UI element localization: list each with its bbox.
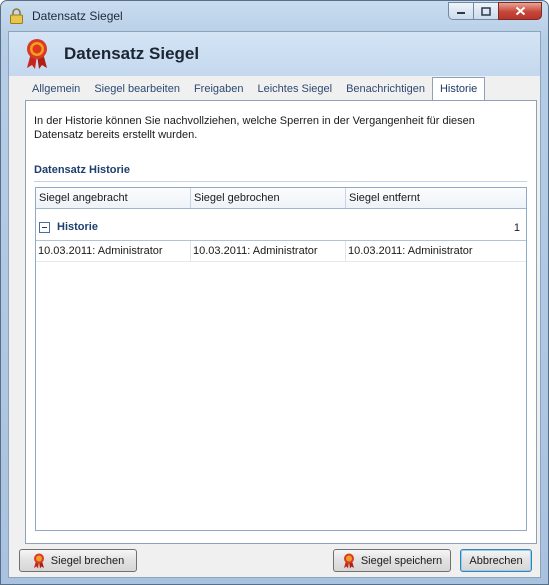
dialog-client-area: Datensatz Siegel Allgemein Siegel bearbe… [8,31,541,578]
minimize-button[interactable] [448,2,474,20]
tab-freigaben[interactable]: Freigaben [187,78,251,100]
group-label: Historie [57,221,98,233]
tab-benachrichtigen[interactable]: Benachrichtigen [339,78,432,100]
minimize-icon [457,12,465,14]
dialog-window: Datensatz Siegel Datensatz Siegel Allgem… [0,0,549,585]
intro-text: In der Historie können Sie nachvollziehe… [34,115,475,141]
tab-strip: Allgemein Siegel bearbeiten Freigaben Le… [25,77,486,101]
grid-header: Siegel angebracht Siegel gebrochen Siege… [36,188,526,209]
cell-siegel-entfernt: 10.03.2011: Administrator [348,245,473,257]
break-seal-button[interactable]: Siegel brechen [19,549,137,572]
group-count: 1 [513,222,520,234]
maximize-button[interactable] [473,2,499,20]
break-seal-label: Siegel brechen [50,554,125,567]
dialog-header: Datensatz Siegel [9,32,540,76]
column-header-siegel-gebrochen[interactable]: Siegel gebrochen [191,188,346,208]
history-grid: Siegel angebracht Siegel gebrochen Siege… [35,187,527,531]
table-row[interactable]: 10.03.2011: Administrator 10.03.2011: Ad… [36,241,526,262]
cancel-label: Abbrechen [469,554,523,567]
maximize-icon [481,6,491,16]
tab-historie[interactable]: Historie [431,77,486,101]
section-divider [34,181,527,182]
padlock-icon [10,8,23,24]
cancel-button[interactable]: Abbrechen [460,549,532,572]
column-header-siegel-angebracht[interactable]: Siegel angebracht [36,188,191,208]
cell-siegel-gebrochen: 10.03.2011: Administrator [191,241,346,261]
save-seal-label: Siegel speichern [360,554,443,567]
section-title: Datensatz Historie [34,164,130,176]
rosette-seal-icon [27,39,47,69]
group-row[interactable]: Historie 1 [36,217,526,241]
close-icon [515,6,525,16]
cell-siegel-angebracht: 10.03.2011: Administrator [36,241,191,261]
page-title: Datensatz Siegel [64,44,200,63]
rosette-seal-icon [33,553,44,568]
historie-panel: In der Historie können Sie nachvollziehe… [25,100,537,544]
caption-buttons [448,2,542,20]
tab-siegel-bearbeiten[interactable]: Siegel bearbeiten [87,78,187,100]
tab-allgemein[interactable]: Allgemein [25,78,87,100]
column-header-siegel-entfernt[interactable]: Siegel entfernt [346,188,526,208]
window-title: Datensatz Siegel [32,9,123,23]
rosette-seal-icon [343,553,354,568]
collapse-icon[interactable] [39,222,50,233]
tab-leichtes-siegel[interactable]: Leichtes Siegel [250,78,339,100]
close-button[interactable] [498,2,542,20]
save-seal-button[interactable]: Siegel speichern [333,549,451,572]
title-bar[interactable]: Datensatz Siegel [1,1,548,31]
